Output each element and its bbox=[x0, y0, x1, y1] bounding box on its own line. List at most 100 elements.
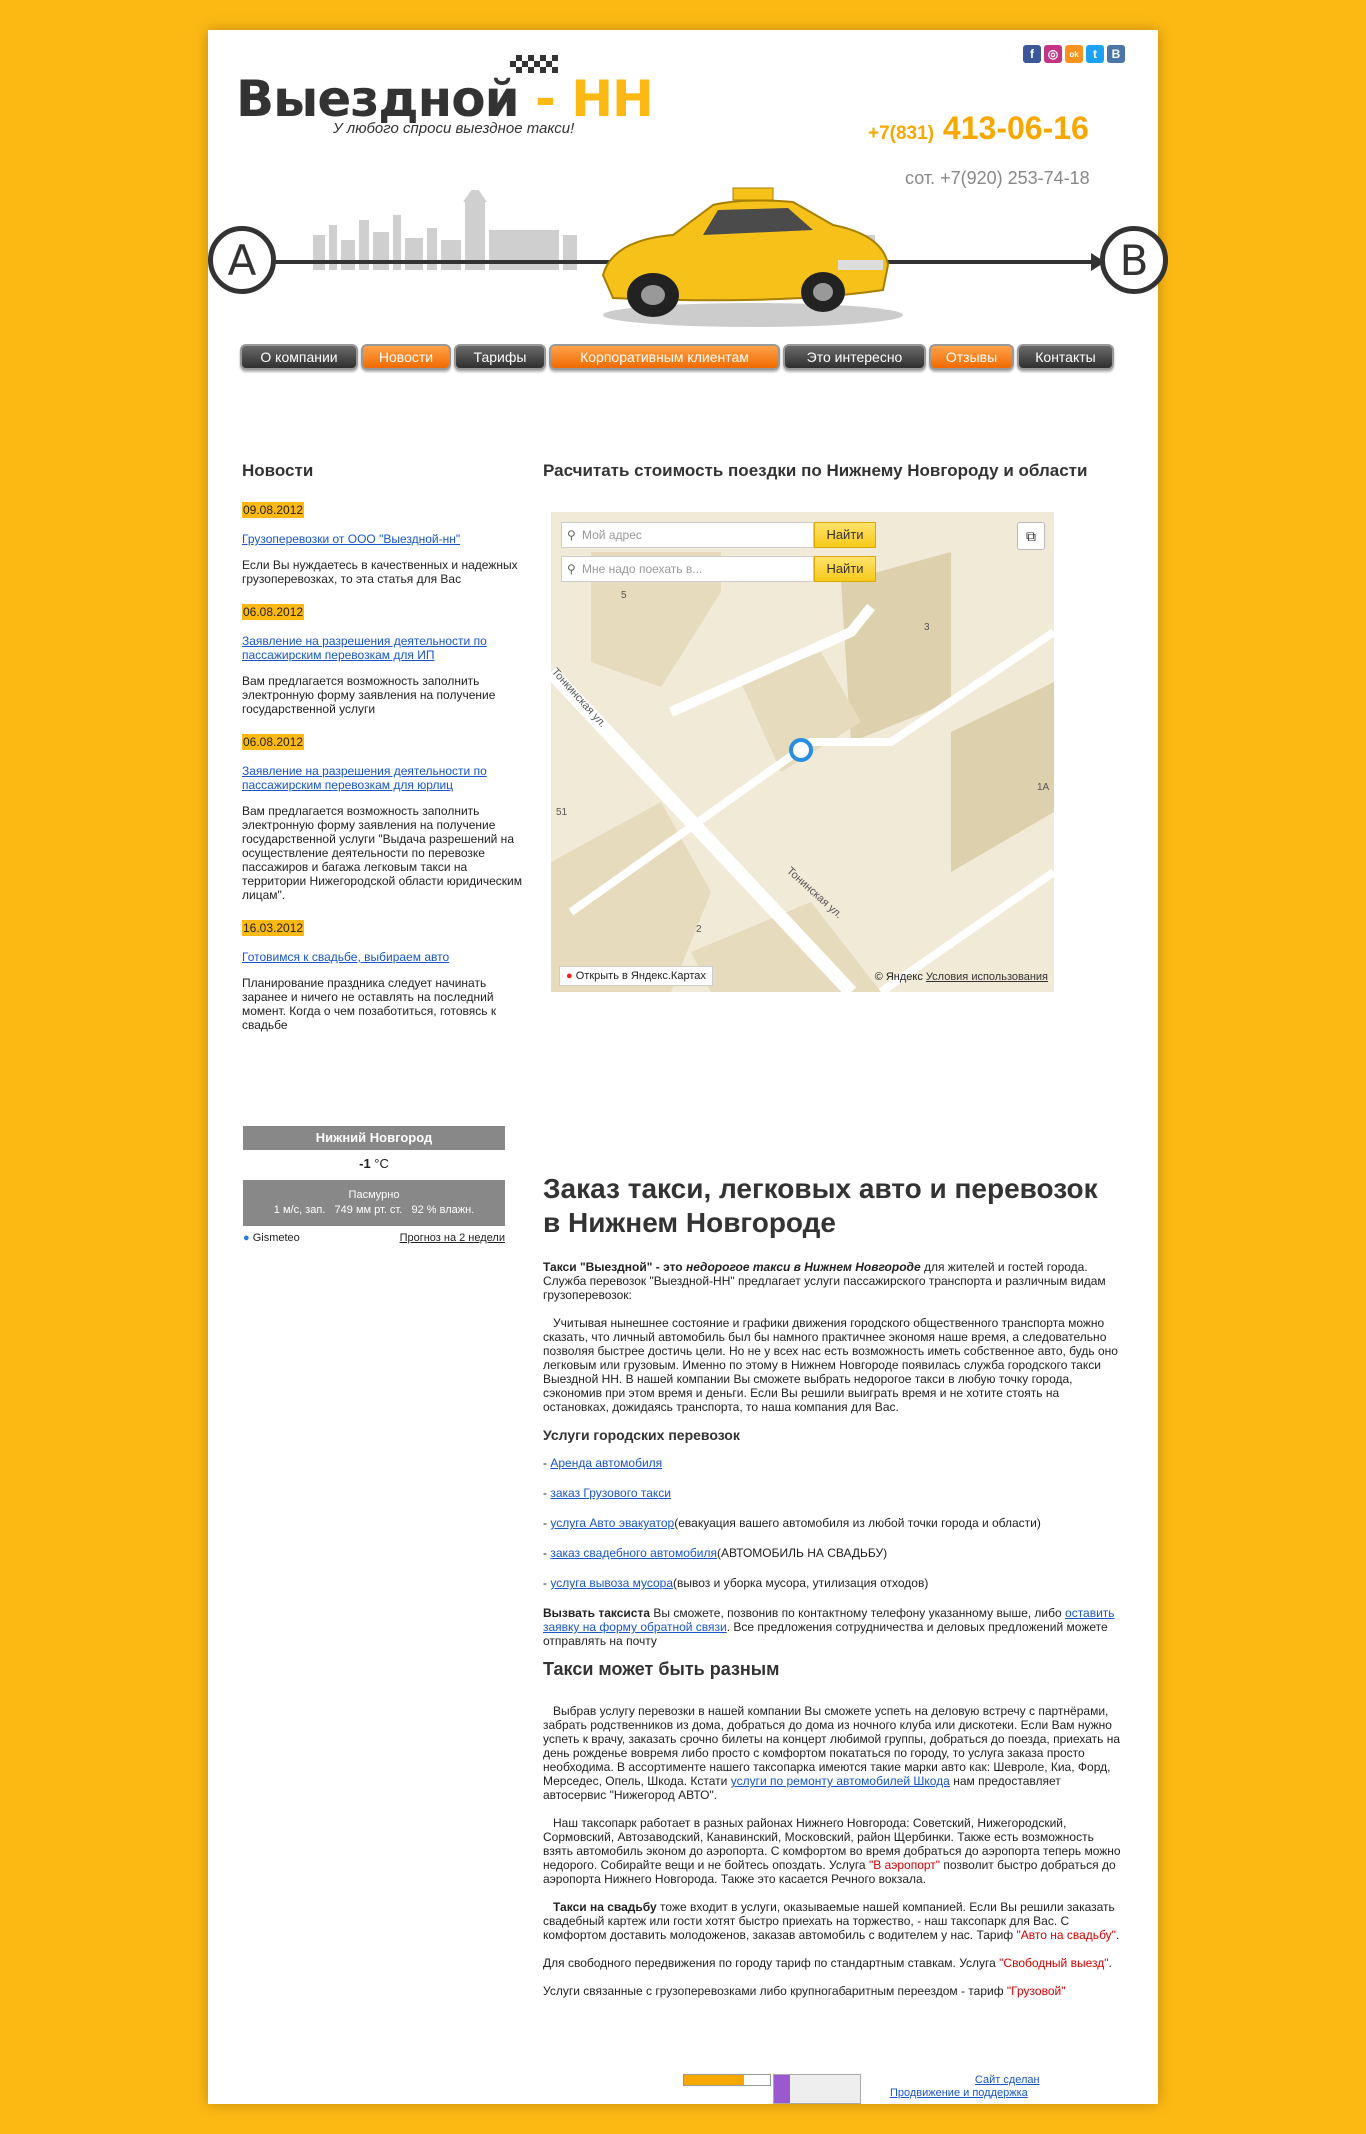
service-link[interactable]: услуга вывоза мусора bbox=[550, 1576, 673, 1590]
map-copyright: © Яндекс Условия использования bbox=[875, 971, 1048, 983]
news-item: 16.03.2012 Готовимся к свадьбе, выбираем … bbox=[242, 920, 522, 1032]
news-link[interactable]: Заявление на разрешения деятельности по … bbox=[242, 634, 522, 662]
weather-temp-unit: °C bbox=[370, 1156, 389, 1171]
cargo-tariff: "Грузовой" bbox=[1006, 1984, 1066, 1998]
nav-item[interactable]: Тарифы bbox=[454, 344, 546, 370]
p4-end: . bbox=[1115, 1928, 1120, 1942]
twitter-icon[interactable]: t bbox=[1086, 45, 1104, 63]
call-paragraph: Вызвать таксиста Вы сможете, позвонив по… bbox=[543, 1606, 1123, 1648]
news-text: Вам предлагается возможность заполнить э… bbox=[242, 804, 523, 902]
counter-badge-1[interactable] bbox=[683, 2074, 771, 2086]
weather-widget: Нижний Новгород -1 °C Пасмурно 1 м/с, за… bbox=[243, 1126, 505, 1244]
weather-details-box: Пасмурно 1 м/с, зап. 749 мм рт. ст. 92 %… bbox=[243, 1180, 505, 1226]
wedding-tariff: "Авто на свадьбу" bbox=[1016, 1928, 1116, 1942]
service-link[interactable]: услуга Авто эвакуатор bbox=[550, 1516, 674, 1530]
gismeteo-brand[interactable]: ● Gismeteo bbox=[243, 1232, 300, 1244]
nav-item[interactable]: Новости bbox=[361, 344, 451, 370]
service-desc: (АВТОМОБИЛЬ НА СВАДЬБУ) bbox=[716, 1546, 888, 1560]
water-drop-icon: ● bbox=[243, 1232, 250, 1244]
services-title: Услуги городских перевозок bbox=[543, 1427, 740, 1443]
open-yandex-button[interactable]: ● Открыть в Яндекс.Картах bbox=[559, 966, 713, 986]
weather-temp: -1 °C bbox=[243, 1150, 505, 1180]
sitemap-icon[interactable]: ⚇ bbox=[518, 2076, 528, 2089]
taxi-car-image bbox=[601, 187, 903, 327]
made-by-link[interactable]: Сайт сделан bbox=[975, 2074, 1040, 2086]
wedding-bold: Такси на свадьбу bbox=[543, 1900, 657, 1914]
intro-paragraph: Такси "Выездной" - это недорогое такси в… bbox=[543, 1260, 1123, 1302]
airport-tariff: "В аэропорт" bbox=[868, 1858, 941, 1872]
news-text: Планирование праздника следует начинать … bbox=[242, 976, 497, 1032]
news-link[interactable]: Грузоперевозки от ООО "Выездной-нн" bbox=[242, 532, 522, 546]
map-tiles[interactable] bbox=[551, 512, 1054, 992]
nav-item[interactable]: Отзывы bbox=[929, 344, 1014, 370]
home-icon[interactable]: ⌂ bbox=[388, 2076, 395, 2088]
news-link[interactable]: Заявление на разрешения деятельности по … bbox=[242, 764, 522, 792]
p6-text: Услуги связанные с грузоперевозками либо… bbox=[543, 1984, 1007, 1998]
find-to-button[interactable]: Найти bbox=[814, 556, 876, 582]
news-date: 09.08.2012 bbox=[242, 502, 305, 518]
news-item: 06.08.2012 Заявление на разрешения деятел… bbox=[242, 734, 522, 902]
nav-item[interactable]: Контакты bbox=[1017, 344, 1114, 370]
vk-icon[interactable]: B bbox=[1107, 45, 1125, 63]
paragraph-4: Такси на свадьбу тоже входит в услуги, о… bbox=[543, 1900, 1123, 1942]
logo-nn-text: НН bbox=[571, 70, 654, 128]
mail-icon[interactable]: ✉ bbox=[453, 2076, 462, 2089]
forecast-link[interactable]: Прогноз на 2 недели bbox=[400, 1232, 505, 1244]
point-b-icon: B bbox=[1100, 226, 1168, 294]
to-address-input[interactable]: ⚲ Мне надо поехать в... bbox=[561, 556, 814, 582]
service-link[interactable]: Аренда автомобиля bbox=[550, 1456, 662, 1470]
nav-item[interactable]: Это интересно bbox=[783, 344, 926, 370]
fullscreen-icon[interactable]: ⧉ bbox=[1017, 522, 1045, 550]
service-link[interactable]: заказ Грузового такси bbox=[550, 1486, 671, 1500]
odnoklassniki-icon[interactable]: ok bbox=[1065, 45, 1083, 63]
promo: Продвижение и поддержка компания staseo.… bbox=[890, 2087, 1128, 2100]
counter-badge-2[interactable] bbox=[773, 2074, 861, 2104]
service-item: - заказ свадебного автомобиля(АВТОМОБИЛЬ… bbox=[543, 1546, 888, 1560]
news-text: Если Вы нуждаетесь в качественных и наде… bbox=[242, 558, 518, 586]
nav-item[interactable]: О компании bbox=[240, 344, 358, 370]
footer-credits: Сайт сделан в «СолидСайте» Продвижение и… bbox=[890, 2074, 1128, 2100]
service-link[interactable]: заказ свадебного автомобиля bbox=[550, 1546, 717, 1560]
slogan: У любого спроси выездное такси! bbox=[333, 120, 575, 137]
from-address-input[interactable]: ⚲ Мой адрес bbox=[561, 522, 814, 548]
footer: © 2009 «Выездное такси» ⌂ ✉ ⚇ Полезные с… bbox=[208, 2074, 1158, 2104]
footer-copyright: © 2009 «Выездное такси» bbox=[242, 2076, 375, 2088]
news-link[interactable]: Готовимся к свадьбе, выбираем авто bbox=[242, 950, 522, 964]
weather-condition: Пасмурно bbox=[348, 1189, 400, 1201]
weather-temp-value: -1 bbox=[359, 1156, 371, 1171]
promo-rest: компания staseo.ru bbox=[1027, 2087, 1128, 2099]
useful-links[interactable]: Полезные ссылки bbox=[544, 2078, 635, 2090]
news-date: 16.03.2012 bbox=[242, 920, 305, 936]
news-date: 06.08.2012 bbox=[242, 734, 305, 750]
service-desc: (вывоз и уборка мусора, утилизация отход… bbox=[673, 1576, 929, 1590]
facebook-icon[interactable]: f bbox=[1023, 45, 1041, 63]
house-number-3: 3 bbox=[924, 622, 930, 633]
service-item: - услуга Авто эвакуатор(евакуация вашего… bbox=[543, 1516, 1041, 1530]
yandex-copyright: © Яндекс bbox=[874, 971, 923, 983]
news-date: 06.08.2012 bbox=[242, 604, 305, 620]
paragraph-1: Учитывая нынешнее состояние и графики дв… bbox=[543, 1316, 1122, 1414]
call-text: Вы сможете, позвонив по контактному теле… bbox=[650, 1606, 1066, 1620]
promo-link[interactable]: Продвижение и поддержка bbox=[890, 2087, 1028, 2099]
intro-mid: - это bbox=[652, 1260, 686, 1274]
weather-city: Нижний Новгород bbox=[243, 1126, 505, 1150]
section-title-2: Такси может быть разным bbox=[543, 1659, 780, 1679]
terms-link[interactable]: Условия использования bbox=[926, 971, 1048, 983]
skoda-repair-link[interactable]: услуги по ремонту автомобилей Шкода bbox=[731, 1774, 950, 1788]
service-item: - Аренда автомобиля bbox=[543, 1456, 663, 1470]
p5-text: Для свободного передвижения по городу та… bbox=[543, 1956, 1000, 1970]
to-placeholder: Мне надо поехать в... bbox=[582, 562, 703, 576]
call-bold: Вызвать таксиста bbox=[543, 1606, 651, 1620]
house-number-5: 5 bbox=[621, 590, 627, 601]
calc-title: Расчитать стоимость поездки по Нижнему Н… bbox=[543, 461, 1088, 480]
page-container: Выездной - НН У любого спроси выездное т… bbox=[208, 30, 1168, 2104]
from-placeholder: Мой адрес bbox=[582, 528, 642, 542]
nav-item[interactable]: Корпоративным клиентам bbox=[549, 344, 780, 370]
instagram-icon[interactable]: ◎ bbox=[1044, 45, 1062, 63]
news-heading: Новости bbox=[242, 461, 314, 480]
find-from-button[interactable]: Найти bbox=[814, 522, 876, 548]
paragraph-6: Услуги связанные с грузоперевозками либо… bbox=[543, 1984, 1123, 1998]
mobile-phone: сот. +7(920) 253-74-18 bbox=[905, 168, 1090, 188]
yandex-map[interactable]: 5 3 51 1А 2 Тонкинская ул. Тонинская ул.… bbox=[551, 512, 1054, 992]
service-item: - услуга вывоза мусора(вывоз и уборка му… bbox=[543, 1576, 929, 1590]
